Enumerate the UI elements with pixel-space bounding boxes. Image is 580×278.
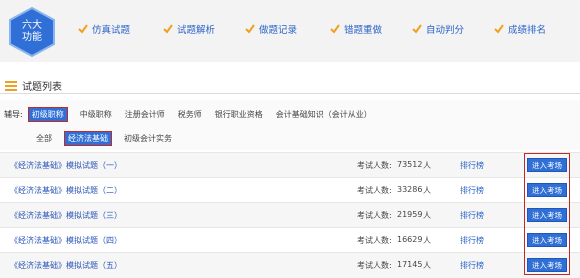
filter-chip-junior-title[interactable]: 初级职称 bbox=[27, 106, 68, 122]
check-icon bbox=[78, 24, 88, 34]
leaderboard-link[interactable]: 排行榜 bbox=[460, 210, 484, 221]
filter-chip-intermediate-title[interactable]: 中级职称 bbox=[80, 109, 112, 120]
check-icon bbox=[412, 24, 422, 34]
feature-label: 成绩排名 bbox=[508, 25, 547, 36]
enter-exam-button[interactable]: 进入考场 bbox=[527, 233, 567, 247]
exam-row: 《经济法基础》模拟试题（三） 考试人数: 21959 人 排行榜 进入考场 bbox=[0, 202, 580, 228]
feature-label: 做题记录 bbox=[259, 25, 298, 36]
exam-title-link[interactable]: 《经济法基础》模拟试题（三） bbox=[10, 210, 122, 221]
filter-row-subject: 全部 经济法基础 初级会计实务 bbox=[36, 130, 185, 146]
filter-chip-banking[interactable]: 银行职业资格 bbox=[215, 109, 263, 120]
exam-row: 《经济法基础》模拟试题（二） 考试人数: 33286 人 排行榜 进入考场 bbox=[0, 177, 580, 203]
feature-label: 自动判分 bbox=[426, 25, 465, 36]
exam-count-unit: 人 bbox=[423, 236, 431, 245]
feature-analysis[interactable]: 试题解析 bbox=[163, 21, 215, 37]
feature-ranking[interactable]: 成绩排名 bbox=[494, 21, 546, 37]
filter-chip-economic-law[interactable]: 经济法基础 bbox=[64, 130, 112, 146]
feature-bar: 六大 功能 仿真试题 试题解析 做题记录 错题重做 自动判分 成绩排名 bbox=[0, 0, 580, 62]
exam-count-unit: 人 bbox=[423, 261, 431, 270]
filter-label: 辅导: bbox=[4, 109, 23, 119]
divider bbox=[0, 93, 580, 94]
enter-exam-button[interactable]: 进入考场 bbox=[527, 158, 567, 172]
exam-title-link[interactable]: 《经济法基础》模拟试题（四） bbox=[10, 235, 122, 246]
exam-count-unit: 人 bbox=[423, 211, 431, 220]
feature-auto-grade[interactable]: 自动判分 bbox=[412, 21, 464, 37]
badge-line1: 六大 bbox=[22, 20, 42, 31]
feature-records[interactable]: 做题记录 bbox=[245, 21, 297, 37]
exam-count: 73512 bbox=[397, 160, 423, 169]
exam-count-unit: 人 bbox=[423, 186, 431, 195]
feature-label: 仿真试题 bbox=[92, 25, 131, 36]
filter-chip-tax-agent[interactable]: 税务师 bbox=[178, 109, 202, 120]
exam-title-link[interactable]: 《经济法基础》模拟试题（一） bbox=[10, 160, 122, 171]
hexagon-badge-icon: 六大 功能 bbox=[6, 6, 58, 58]
exam-count: 21959 bbox=[397, 210, 423, 219]
exam-count-label: 考试人数: bbox=[357, 236, 392, 245]
exam-row: 《经济法基础》模拟试题（一） 考试人数: 73512 人 排行榜 进入考场 bbox=[0, 152, 580, 178]
check-icon bbox=[163, 24, 173, 34]
filter-row-category: 辅导: 初级职称 中级职称 注册会计师 税务师 银行职业资格 会计基础知识（会计… bbox=[4, 106, 385, 122]
feature-redo-wrong[interactable]: 错题重做 bbox=[330, 21, 382, 37]
check-icon bbox=[245, 24, 255, 34]
exam-count-label: 考试人数: bbox=[357, 186, 392, 195]
exam-row: 《经济法基础》模拟试题（四） 考试人数: 16629 人 排行榜 进入考场 bbox=[0, 227, 580, 253]
list-icon bbox=[5, 80, 17, 91]
exam-count: 33286 bbox=[397, 185, 423, 194]
feature-label: 错题重做 bbox=[344, 25, 383, 36]
exam-count-label: 考试人数: bbox=[357, 261, 392, 270]
exam-count: 16629 bbox=[397, 235, 423, 244]
filter-chip-all[interactable]: 全部 bbox=[36, 133, 52, 144]
exam-count-label: 考试人数: bbox=[357, 211, 392, 220]
exam-title-link[interactable]: 《经济法基础》模拟试题（五） bbox=[10, 260, 122, 271]
leaderboard-link[interactable]: 排行榜 bbox=[460, 235, 484, 246]
enter-exam-button[interactable]: 进入考场 bbox=[527, 183, 567, 197]
section-header: 试题列表 bbox=[5, 78, 62, 93]
filter-chip-accounting-basics[interactable]: 会计基础知识（会计从业） bbox=[276, 109, 372, 120]
leaderboard-link[interactable]: 排行榜 bbox=[460, 160, 484, 171]
feature-simulated-exam[interactable]: 仿真试题 bbox=[78, 21, 130, 37]
exam-row: 《经济法基础》模拟试题（五） 考试人数: 17145 人 排行榜 进入考场 bbox=[0, 252, 580, 278]
badge-line2: 功能 bbox=[22, 32, 42, 43]
check-icon bbox=[494, 24, 504, 34]
enter-exam-button[interactable]: 进入考场 bbox=[527, 258, 567, 272]
feature-label: 试题解析 bbox=[177, 25, 216, 36]
exam-count: 17145 bbox=[397, 260, 423, 269]
leaderboard-link[interactable]: 排行榜 bbox=[460, 185, 484, 196]
filter-chip-junior-accounting[interactable]: 初级会计实务 bbox=[124, 133, 172, 144]
filter-chip-cpa[interactable]: 注册会计师 bbox=[125, 109, 165, 120]
leaderboard-link[interactable]: 排行榜 bbox=[460, 260, 484, 271]
exam-title-link[interactable]: 《经济法基础》模拟试题（二） bbox=[10, 185, 122, 196]
enter-exam-button[interactable]: 进入考场 bbox=[527, 208, 567, 222]
section-title: 试题列表 bbox=[22, 82, 62, 93]
check-icon bbox=[330, 24, 340, 34]
exam-count-unit: 人 bbox=[423, 161, 431, 170]
exam-count-label: 考试人数: bbox=[357, 161, 392, 170]
